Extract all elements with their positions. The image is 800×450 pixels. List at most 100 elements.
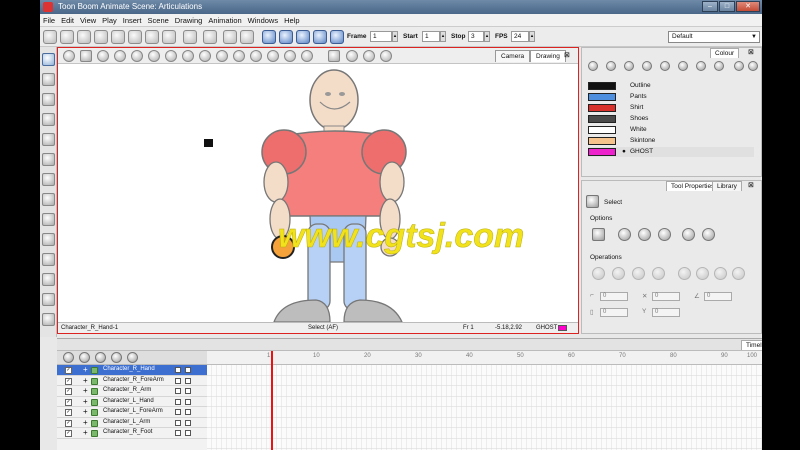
frame-select-icon[interactable]: [328, 50, 340, 62]
panel-close-icon[interactable]: ⊠: [564, 51, 570, 59]
colour-swatch-icon[interactable]: [185, 367, 191, 373]
bulb-icon[interactable]: [114, 50, 126, 62]
hand-tool-icon[interactable]: [42, 273, 55, 286]
swatch-shirt[interactable]: Shirt: [588, 103, 754, 113]
menu-edit[interactable]: Edit: [61, 16, 74, 25]
layer-drag-icon[interactable]: +: [83, 407, 88, 416]
tab-colour[interactable]: Colour: [710, 48, 740, 58]
cut-icon[interactable]: [128, 30, 142, 44]
add-layer-icon[interactable]: [63, 352, 74, 363]
lock-icon[interactable]: [175, 419, 181, 426]
colour-swatch-icon[interactable]: [185, 419, 191, 426]
panel-close-icon[interactable]: ⊠: [748, 181, 754, 189]
fps-spinner[interactable]: ▴: [529, 31, 535, 42]
layer-drag-icon[interactable]: +: [83, 397, 88, 406]
height-field[interactable]: 0: [600, 308, 628, 317]
colour-swatch-icon[interactable]: [185, 398, 191, 405]
swatch-skintone[interactable]: Skintone: [588, 136, 754, 146]
layer-row[interactable]: ✓ + Character_R_Arm: [57, 386, 207, 397]
reset-icon[interactable]: [223, 30, 237, 44]
play-icon[interactable]: [262, 30, 276, 44]
stop-spinner[interactable]: ▴: [484, 31, 490, 42]
layer-row[interactable]: ✓ + Character_L_Hand: [57, 397, 207, 407]
paste-icon[interactable]: [162, 30, 176, 44]
bone-tool-icon[interactable]: [42, 253, 55, 266]
rotate-view-tool-icon[interactable]: [42, 313, 55, 326]
workspace-select[interactable]: Default ▼: [668, 31, 760, 43]
eraser-icon[interactable]: [267, 50, 279, 62]
line-art-icon[interactable]: [199, 50, 211, 62]
lock-icon[interactable]: [175, 388, 181, 394]
zoom-out-icon[interactable]: [363, 50, 375, 62]
layer-visibility-checkbox[interactable]: ✓: [65, 377, 72, 385]
layer-row[interactable]: ✓ + Character_R_Hand: [57, 365, 207, 376]
flip-horizontal-icon[interactable]: [592, 267, 605, 280]
pencil-tool-icon[interactable]: [42, 113, 55, 126]
maximize-button[interactable]: □: [719, 1, 735, 12]
eraser-tool-icon[interactable]: [42, 133, 55, 146]
colour-wheel-icon[interactable]: [642, 61, 652, 71]
distribute-icon[interactable]: [732, 267, 745, 280]
layer-visibility-checkbox[interactable]: ✓: [65, 367, 72, 374]
layer-row[interactable]: ✓ + Character_L_Arm: [57, 418, 207, 428]
remove-colour-icon[interactable]: [606, 61, 616, 71]
flip-vertical-icon[interactable]: [612, 267, 625, 280]
redo-icon[interactable]: [203, 30, 217, 44]
frame-field[interactable]: 1: [370, 31, 392, 42]
frame-spinner[interactable]: ▴: [392, 31, 398, 42]
layer-row[interactable]: ✓ + Character_L_ForeArm: [57, 407, 207, 418]
layer-visibility-checkbox[interactable]: ✓: [65, 388, 72, 395]
start-spinner[interactable]: ▴: [440, 31, 446, 42]
stop-icon[interactable]: [330, 30, 344, 44]
zoom-in-icon[interactable]: [346, 50, 358, 62]
layer-settings-icon[interactable]: [127, 352, 138, 363]
colour-swatch-icon[interactable]: [185, 430, 191, 436]
swatch-pants[interactable]: Pants: [588, 92, 754, 102]
tab-drawing[interactable]: Drawing: [530, 50, 566, 62]
brush-tool-icon[interactable]: [42, 93, 55, 106]
link-icon[interactable]: [696, 61, 706, 71]
menu-view[interactable]: View: [80, 16, 96, 25]
menu-insert[interactable]: Insert: [123, 16, 142, 25]
menu-file[interactable]: File: [43, 16, 55, 25]
lock-icon[interactable]: [175, 367, 181, 373]
layer-drag-icon[interactable]: +: [83, 376, 88, 385]
menu-animation[interactable]: Animation: [208, 16, 241, 25]
select-by-colour-icon[interactable]: [618, 228, 631, 241]
import-icon[interactable]: [94, 30, 108, 44]
layer-drag-icon[interactable]: +: [83, 428, 88, 437]
swatch-outline[interactable]: Outline: [588, 81, 754, 91]
swatch-ghost[interactable]: ● GHOST: [588, 147, 754, 157]
select-tool-icon[interactable]: [42, 53, 55, 66]
close-button[interactable]: ✕: [736, 1, 760, 12]
flatten-icon[interactable]: [696, 267, 709, 280]
dropper-tool-icon[interactable]: [42, 213, 55, 226]
paint-brush-icon[interactable]: [233, 50, 245, 62]
colour-swatch-icon[interactable]: [185, 409, 191, 415]
swatch-shoes[interactable]: Shoes: [588, 114, 754, 124]
layer-visibility-checkbox[interactable]: ✓: [65, 419, 72, 427]
delete-layer-icon[interactable]: [79, 352, 90, 363]
colour-art-icon[interactable]: [182, 50, 194, 62]
fps-field[interactable]: 24: [511, 31, 529, 42]
grid-icon[interactable]: [80, 50, 92, 62]
new-scene-icon[interactable]: [43, 30, 57, 44]
tab-library[interactable]: Library: [712, 181, 742, 191]
lock-icon[interactable]: [175, 398, 181, 405]
add-colour-icon[interactable]: [588, 61, 598, 71]
layer-drag-icon[interactable]: +: [83, 386, 88, 395]
snap-contour-icon[interactable]: [638, 228, 651, 241]
skew-field[interactable]: 0: [652, 292, 680, 301]
pen-icon[interactable]: [250, 50, 262, 62]
start-field[interactable]: 1: [422, 31, 440, 42]
colour-swatch-icon[interactable]: [185, 388, 191, 394]
animate-tool-icon[interactable]: [42, 233, 55, 246]
ink-tool-icon[interactable]: [42, 193, 55, 206]
menu-scene[interactable]: Scene: [148, 16, 169, 25]
colour-menu-icon[interactable]: [748, 61, 758, 71]
lock-icon[interactable]: [175, 409, 181, 415]
zoom-tool-icon[interactable]: [42, 293, 55, 306]
menu-windows[interactable]: Windows: [248, 16, 278, 25]
underlay-icon[interactable]: [165, 50, 177, 62]
stop-field[interactable]: 3: [468, 31, 484, 42]
